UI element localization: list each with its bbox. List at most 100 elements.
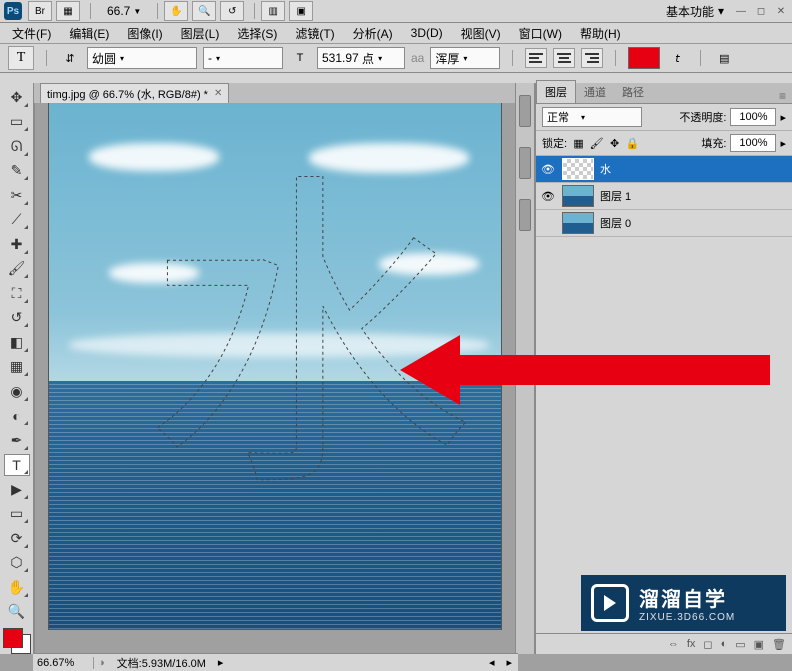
zoom-tool[interactable]: 🔍 (4, 601, 30, 624)
blur-tool[interactable]: ◉ (4, 380, 30, 403)
blend-mode-dropdown[interactable]: 正常 ▾ (542, 107, 642, 127)
adjustment-layer-icon[interactable]: ◐ (721, 638, 728, 650)
layer-row[interactable]: 👁 图层 1 (536, 183, 792, 210)
quick-select-tool[interactable]: ✎ (4, 160, 30, 183)
warp-text-button[interactable]: 𝘵 (666, 47, 688, 69)
path-select-tool[interactable]: ▶ (4, 478, 30, 501)
marquee-tool[interactable]: ▭ (4, 111, 30, 134)
layer-thumbnail[interactable] (562, 185, 594, 207)
tab-channels[interactable]: 通道 (576, 81, 614, 103)
color-controls[interactable] (3, 628, 31, 654)
current-tool-indicator[interactable]: T (8, 46, 34, 70)
text-orientation-button[interactable]: ⇵ (59, 47, 81, 69)
tab-paths[interactable]: 路径 (614, 81, 652, 103)
zoom-display[interactable]: 66.7 ▼ (107, 4, 141, 18)
align-left-button[interactable] (525, 48, 547, 68)
healing-brush-tool[interactable]: ✚ (4, 233, 30, 256)
flyout-icon[interactable]: ▸ (780, 137, 786, 150)
foreground-color-swatch[interactable] (3, 628, 23, 648)
layer-mask-icon[interactable]: ◻ (703, 638, 712, 651)
layer-visibility-icon[interactable]: 👁 (540, 190, 556, 203)
layer-name[interactable]: 图层 0 (600, 215, 631, 231)
document-tab[interactable]: timg.jpg @ 66.7% (水, RGB/8#) * ✕ (40, 83, 229, 103)
layer-name[interactable]: 图层 1 (600, 188, 631, 204)
layer-visibility-icon[interactable]: 👁 (540, 163, 556, 176)
status-flyout-icon[interactable]: ▸ (218, 656, 224, 669)
fill-value[interactable]: 100% (730, 134, 776, 152)
rotate-view-button[interactable]: ↺ (220, 1, 244, 21)
eyedropper-tool[interactable]: ⟋ (4, 209, 30, 232)
tab-layers[interactable]: 图层 (536, 80, 576, 103)
layer-thumbnail[interactable] (562, 158, 594, 180)
scroll-right-icon[interactable]: ▸ (500, 656, 518, 669)
opacity-value[interactable]: 100% (730, 108, 776, 126)
layer-row[interactable]: 图层 0 (536, 210, 792, 237)
menu-3d[interactable]: 3D(D) (405, 24, 449, 42)
menu-filter[interactable]: 滤镜(T) (289, 23, 340, 44)
hand-tool-button[interactable]: ✋ (164, 1, 188, 21)
type-tool[interactable]: T (4, 454, 30, 477)
layer-thumbnail[interactable] (562, 212, 594, 234)
window-close-button[interactable]: ✕ (774, 4, 788, 18)
canvas[interactable]: 水 (49, 103, 501, 629)
menu-window[interactable]: 窗口(W) (513, 23, 568, 44)
flyout-icon[interactable]: ▸ (780, 111, 786, 124)
bridge-button[interactable]: Br (28, 1, 52, 21)
lasso-tool[interactable]: ᘏ (4, 135, 30, 158)
panel-dock-collapsed[interactable] (515, 83, 535, 654)
lock-position-icon[interactable]: ✥ (607, 136, 622, 151)
3d-camera-tool[interactable]: ⬡ (4, 552, 30, 575)
font-size-dropdown[interactable]: 531.97 点 ▾ (317, 47, 405, 69)
opacity-control[interactable]: 不透明度: 100% ▸ (679, 108, 786, 126)
lock-all-icon[interactable]: 🔒 (625, 136, 640, 151)
menu-select[interactable]: 选择(S) (231, 23, 283, 44)
history-brush-tool[interactable]: ↺ (4, 307, 30, 330)
menu-image[interactable]: 图像(I) (121, 23, 168, 44)
layer-fx-icon[interactable]: fx (687, 638, 696, 650)
menu-layer[interactable]: 图层(L) (175, 23, 226, 44)
antialias-dropdown[interactable]: 浑厚 ▾ (430, 47, 500, 69)
fill-control[interactable]: 填充: 100% ▸ (701, 134, 786, 152)
move-tool[interactable]: ✥ (4, 86, 30, 109)
screen-mode-button[interactable]: ▣ (289, 1, 313, 21)
link-layers-icon[interactable]: ⇔ (668, 638, 679, 650)
panel-strip-handle[interactable] (519, 199, 531, 231)
menu-analysis[interactable]: 分析(A) (347, 23, 399, 44)
minibridge-button[interactable]: ▦ (56, 1, 80, 21)
align-right-button[interactable] (581, 48, 603, 68)
panel-strip-handle[interactable] (519, 147, 531, 179)
menu-help[interactable]: 帮助(H) (574, 23, 627, 44)
menu-file[interactable]: 文件(F) (6, 23, 57, 44)
align-center-button[interactable] (553, 48, 575, 68)
shape-tool[interactable]: ▭ (4, 503, 30, 526)
zoom-tool-button[interactable]: 🔍 (192, 1, 216, 21)
3d-tool[interactable]: ⟳ (4, 527, 30, 550)
window-restore-button[interactable]: ◻ (754, 4, 768, 18)
lock-transparency-icon[interactable]: ▦ (571, 136, 586, 151)
panel-strip-handle[interactable] (519, 95, 531, 127)
hand-tool[interactable]: ✋ (4, 576, 30, 599)
gradient-tool[interactable]: ▦ (4, 356, 30, 379)
layer-row[interactable]: 👁水 (536, 156, 792, 183)
status-zoom[interactable]: 66.67% (33, 657, 94, 669)
delete-layer-icon[interactable]: 🗑 (772, 638, 786, 651)
panel-menu-icon[interactable]: ≡ (773, 89, 792, 103)
pen-tool[interactable]: ✒ (4, 429, 30, 452)
clone-stamp-tool[interactable]: ⛶ (4, 282, 30, 305)
brush-tool[interactable]: 🖌 (4, 258, 30, 281)
canvas-viewport[interactable]: 水 (34, 103, 515, 654)
text-color-swatch[interactable] (628, 47, 660, 69)
scroll-left-icon[interactable]: ◂ (483, 656, 501, 669)
window-minimize-button[interactable]: — (734, 4, 748, 18)
menu-edit[interactable]: 编辑(E) (63, 23, 115, 44)
menu-view[interactable]: 视图(V) (455, 23, 507, 44)
new-layer-icon[interactable]: ▣ (754, 638, 764, 651)
character-panel-button[interactable]: ▤ (713, 47, 735, 69)
lock-pixels-icon[interactable]: 🖌 (589, 136, 604, 151)
close-document-icon[interactable]: ✕ (214, 88, 222, 99)
group-icon[interactable]: ▭ (735, 638, 745, 651)
dodge-tool[interactable]: ◐ (4, 405, 30, 428)
arrange-documents-button[interactable]: ▥ (261, 1, 285, 21)
layer-name[interactable]: 水 (600, 161, 611, 177)
font-family-dropdown[interactable]: 幼圆 ▾ (87, 47, 197, 69)
